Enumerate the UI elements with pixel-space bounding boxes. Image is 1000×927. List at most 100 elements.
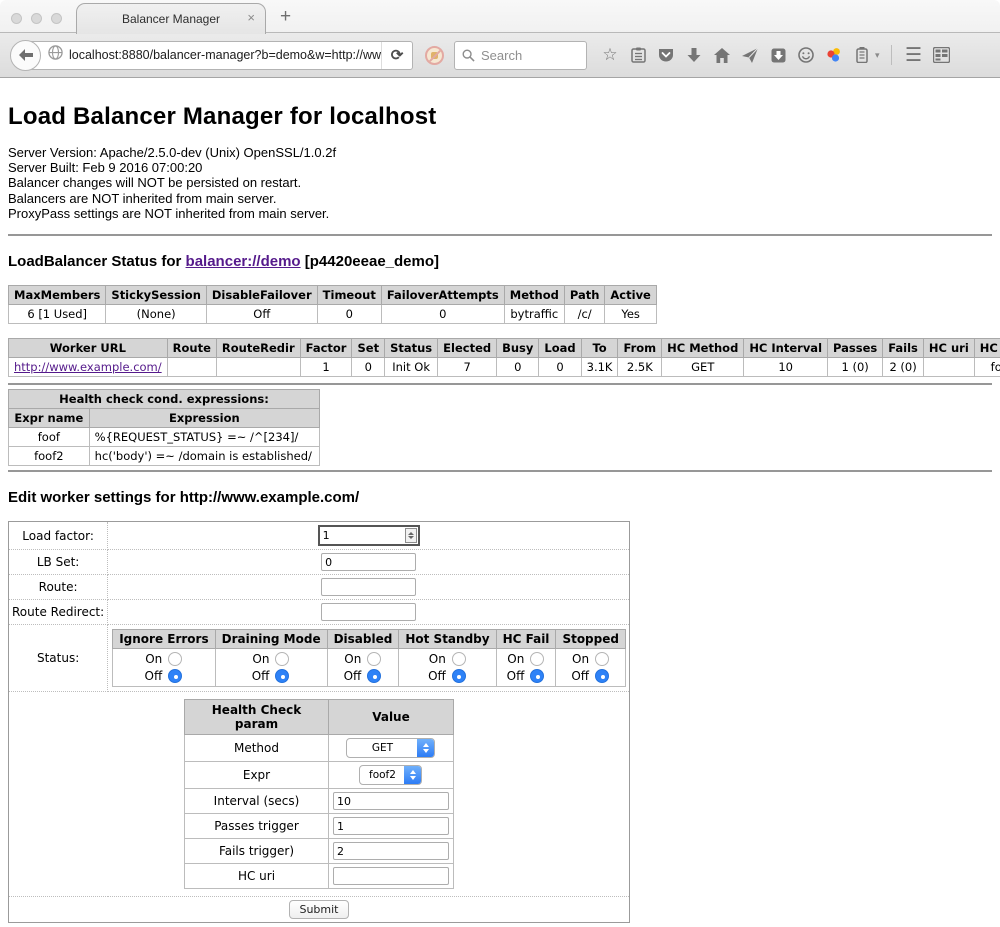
- url-bar[interactable]: localhost:8880/balancer-manager?b=demo&w…: [25, 41, 413, 70]
- column-header: Set: [352, 339, 385, 358]
- hc-passes-trigger-input[interactable]: [333, 817, 449, 835]
- url-input[interactable]: localhost:8880/balancer-manager?b=demo&w…: [69, 42, 382, 69]
- load-factor-input[interactable]: [323, 529, 405, 542]
- route-input[interactable]: [321, 578, 416, 596]
- table-row: Submit: [9, 897, 630, 923]
- reload-icon[interactable]: ⟳: [382, 46, 412, 64]
- minimize-window-button[interactable]: [31, 13, 42, 24]
- lb-set-input[interactable]: [321, 553, 416, 571]
- status-radio-cell: On Off: [399, 649, 496, 687]
- window-controls: [11, 13, 62, 24]
- expr-name-cell: foof2: [9, 447, 90, 466]
- table-row: Load factor:: [9, 522, 630, 550]
- status-heading-prefix: LoadBalancer Status for: [8, 253, 186, 270]
- home-icon[interactable]: [711, 44, 733, 66]
- status-on-radio[interactable]: [168, 652, 182, 666]
- number-spinner-icon[interactable]: [405, 528, 417, 543]
- worker-url-link[interactable]: http://www.example.com/: [14, 360, 162, 374]
- worker-status-table: Worker URLRouteRouteRedirFactorSetStatus…: [8, 338, 1000, 377]
- tab-close-icon[interactable]: ×: [247, 11, 255, 24]
- column-header: Passes: [828, 339, 883, 358]
- column-header: From: [618, 339, 662, 358]
- status-label: Status:: [9, 625, 108, 692]
- browser-tab[interactable]: Balancer Manager ×: [76, 3, 266, 34]
- column-header: Factor: [300, 339, 352, 358]
- hc-expr-select[interactable]: foof2: [359, 765, 422, 785]
- table-header-row: Health Check paramValue: [184, 700, 453, 735]
- off-label: Off: [428, 669, 446, 683]
- share-plane-icon[interactable]: [739, 44, 761, 66]
- status-radio-cell: OnOff: [556, 649, 626, 687]
- table-cell: Yes: [605, 305, 656, 324]
- route-redirect-input[interactable]: [321, 603, 416, 621]
- search-bar[interactable]: Search: [454, 41, 587, 70]
- pocket-icon[interactable]: [655, 44, 677, 66]
- on-label: On: [428, 652, 446, 666]
- status-off-radio[interactable]: [530, 669, 544, 683]
- hc-param-value-cell: [328, 864, 453, 889]
- bookmark-star-icon[interactable]: ☆: [599, 44, 621, 66]
- chat-smiley-icon[interactable]: [795, 44, 817, 66]
- download-icon[interactable]: [683, 44, 705, 66]
- search-icon: [462, 49, 475, 62]
- submit-button[interactable]: Submit: [289, 900, 348, 919]
- balancer-link[interactable]: balancer://demo: [186, 253, 301, 270]
- off-label: Off: [344, 669, 362, 683]
- table-row: Interval (secs): [184, 789, 453, 814]
- zoom-window-button[interactable]: [51, 13, 62, 24]
- plugin-blocked-icon[interactable]: [425, 46, 444, 65]
- column-header: To: [581, 339, 618, 358]
- color-dots-extension-icon[interactable]: [823, 44, 845, 66]
- status-off-radio[interactable]: [168, 669, 182, 683]
- status-on-radio[interactable]: [452, 652, 466, 666]
- table-row: 6 [1 Used](None)Off00bytraffic/c/Yes: [9, 305, 657, 324]
- server-info: Server Version: Apache/2.5.0-dev (Unix) …: [8, 145, 992, 221]
- table-cell: 0: [381, 305, 504, 324]
- select-stepper-icon: [417, 739, 434, 757]
- table-cell: GET: [662, 358, 744, 377]
- back-button[interactable]: [10, 40, 41, 71]
- column-header: Expr name: [9, 409, 90, 428]
- chevron-down-icon[interactable]: ▾: [875, 50, 880, 61]
- status-on-radio[interactable]: [595, 652, 609, 666]
- lb-set-label: LB Set:: [9, 550, 108, 575]
- table-row: foof%{REQUEST_STATUS} =~ /^[234]/: [9, 428, 320, 447]
- table-cell: [216, 358, 300, 377]
- close-window-button[interactable]: [11, 13, 22, 24]
- save-page-icon[interactable]: [767, 44, 789, 66]
- status-off-radio[interactable]: [275, 669, 289, 683]
- reading-list-icon[interactable]: [627, 44, 649, 66]
- status-off-radio[interactable]: [452, 669, 466, 683]
- status-on-radio[interactable]: [275, 652, 289, 666]
- server-info-line: Server Version: Apache/2.5.0-dev (Unix) …: [8, 145, 992, 160]
- table-row: MethodGET: [184, 735, 453, 762]
- load-factor-label: Load factor:: [9, 522, 108, 550]
- column-header: Timeout: [317, 286, 381, 305]
- status-off-radio[interactable]: [367, 669, 381, 683]
- status-on-radio[interactable]: [530, 652, 544, 666]
- hc-fails-trigger--input[interactable]: [333, 842, 449, 860]
- table-cell: [167, 358, 216, 377]
- toolbar-separator: [891, 45, 892, 65]
- status-on-radio[interactable]: [367, 652, 381, 666]
- worker-settings-form: Load factor: LB Set: Route:: [8, 521, 992, 923]
- hc-method-select[interactable]: GET: [346, 738, 435, 758]
- balancer-status-table: MaxMembersStickySessionDisableFailoverTi…: [8, 285, 657, 324]
- table-header-row: Ignore ErrorsDraining ModeDisabledHot St…: [113, 630, 626, 649]
- column-header: Draining Mode: [215, 630, 327, 649]
- route-label: Route:: [9, 575, 108, 600]
- table-row: OnOffOnOffOnOffOnOffOnOffOnOff: [113, 649, 626, 687]
- sidebar-panel-icon[interactable]: [931, 44, 953, 66]
- hc-param-value-cell: GET: [328, 735, 453, 762]
- column-header: StickySession: [106, 286, 206, 305]
- menu-hamburger-icon[interactable]: ☰: [903, 44, 925, 66]
- hc-interval-secs--input[interactable]: [333, 792, 449, 810]
- status-off-radio[interactable]: [595, 669, 609, 683]
- hc-hc-uri-input[interactable]: [333, 867, 449, 885]
- table-row: HC uri: [184, 864, 453, 889]
- health-check-params-table: Health Check paramValueMethodGETExprfoof…: [184, 699, 454, 889]
- container-battery-icon[interactable]: [851, 44, 873, 66]
- new-tab-button[interactable]: +: [280, 6, 291, 28]
- table-cell: 2 (0): [883, 358, 924, 377]
- load-factor-cell: [108, 522, 630, 550]
